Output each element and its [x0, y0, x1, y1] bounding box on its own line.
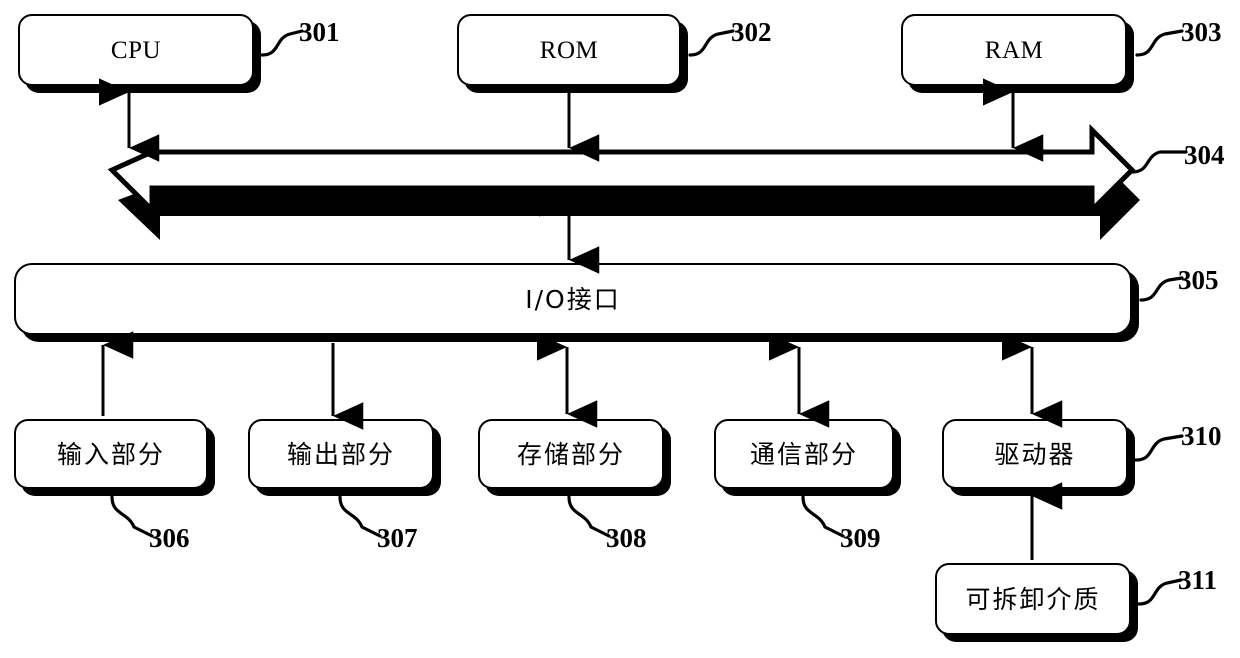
- block-input-part: 输入部分: [14, 419, 208, 489]
- block-output-part: 输出部分: [248, 419, 434, 489]
- block-cpu: CPU: [18, 14, 254, 86]
- leader-309: [801, 495, 845, 538]
- block-driver: 驱动器: [942, 419, 1128, 489]
- leader-305: [1139, 276, 1184, 302]
- block-input-part-label: 输入部分: [56, 439, 165, 469]
- block-io-interface: I/O接口: [14, 263, 1132, 335]
- block-rom: ROM: [457, 14, 681, 86]
- system-bus: [107, 123, 1140, 240]
- ref-number-301: 301: [299, 17, 340, 47]
- ref-number-305: 305: [1178, 265, 1219, 295]
- block-driver-label: 驱动器: [994, 439, 1076, 469]
- block-cpu-label: CPU: [110, 36, 162, 64]
- ref-number-310: 310: [1181, 421, 1222, 451]
- block-rom-label: ROM: [539, 36, 599, 64]
- block-removable-media-label: 可拆卸介质: [965, 584, 1101, 614]
- ref-number-303: 303: [1181, 17, 1222, 47]
- diagram-canvas: CPU ROM RAM I/O接口 输入部分 输出部分 存储部分 通信部分 驱动…: [0, 0, 1240, 658]
- block-storage-part: 存储部分: [478, 419, 664, 489]
- ref-number-311: 311: [1178, 565, 1218, 595]
- ref-number-302: 302: [731, 17, 772, 47]
- leader-311: [1137, 578, 1183, 606]
- ref-number-308: 308: [606, 523, 647, 553]
- block-ram: RAM: [901, 14, 1127, 86]
- leader-306: [110, 495, 154, 538]
- ref-number-306: 306: [149, 523, 190, 553]
- block-output-part-label: 输出部分: [286, 439, 395, 469]
- leader-303: [1135, 29, 1184, 57]
- block-removable-media: 可拆卸介质: [935, 563, 1131, 635]
- leader-308: [567, 495, 611, 538]
- ref-number-307: 307: [377, 523, 418, 553]
- ref-number-304: 304: [1184, 140, 1225, 170]
- leader-301: [260, 29, 304, 57]
- block-ram-label: RAM: [984, 36, 1044, 64]
- block-io-interface-label: I/O接口: [525, 284, 621, 314]
- block-communication-part: 通信部分: [714, 419, 894, 489]
- block-storage-part-label: 存储部分: [516, 439, 625, 469]
- leader-302: [688, 29, 735, 57]
- leader-310: [1134, 434, 1184, 462]
- leader-307: [338, 495, 382, 538]
- ref-number-309: 309: [840, 523, 881, 553]
- leader-304: [1130, 150, 1188, 174]
- block-communication-part-label: 通信部分: [749, 439, 858, 469]
